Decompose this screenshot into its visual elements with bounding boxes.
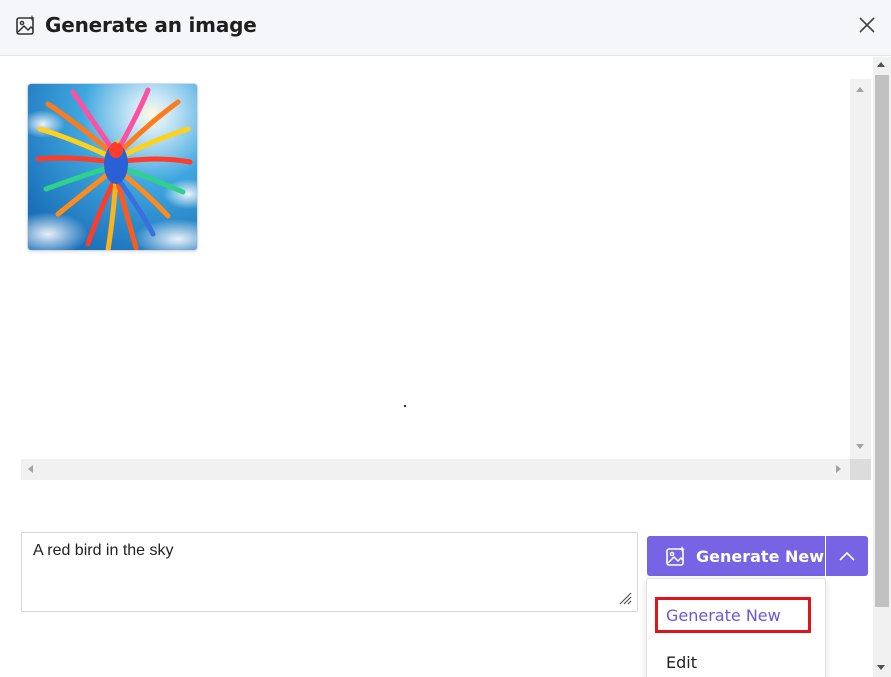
scrollbar-corner	[850, 459, 871, 480]
dialog-title: Generate an image	[45, 13, 257, 37]
viewer-horizontal-scrollbar[interactable]	[21, 459, 850, 480]
prompt-input[interactable]	[21, 532, 638, 612]
generate-new-button[interactable]: Generate New	[647, 536, 825, 576]
menu-item-generate-new[interactable]: Generate New	[655, 597, 811, 633]
resize-grip-icon[interactable]	[617, 590, 633, 606]
generate-options-toggle[interactable]	[826, 536, 868, 576]
generate-new-label: Generate New	[696, 547, 825, 566]
scroll-down-arrow-icon[interactable]	[856, 444, 864, 449]
image-viewer	[21, 79, 871, 480]
viewer-vertical-scrollbar[interactable]	[850, 79, 871, 459]
generate-options-menu: Generate New Edit	[646, 578, 826, 677]
scroll-left-arrow-icon[interactable]	[28, 465, 33, 473]
scroll-right-arrow-icon[interactable]	[836, 465, 841, 473]
chevron-up-icon	[839, 551, 855, 561]
scrollbar-thumb[interactable]	[875, 75, 889, 607]
image-sparkle-icon	[666, 546, 685, 566]
menu-item-edit[interactable]: Edit	[666, 653, 697, 672]
scroll-down-arrow-icon[interactable]	[877, 665, 885, 670]
image-sparkle-icon	[16, 15, 35, 35]
dialog-scrollbar[interactable]	[873, 57, 891, 677]
scroll-up-arrow-icon[interactable]	[877, 62, 885, 67]
close-icon[interactable]	[856, 14, 878, 36]
dialog-header: Generate an image	[0, 0, 891, 56]
scroll-up-arrow-icon[interactable]	[856, 87, 864, 92]
viewer-dot	[404, 405, 406, 407]
generated-image[interactable]	[27, 83, 198, 251]
